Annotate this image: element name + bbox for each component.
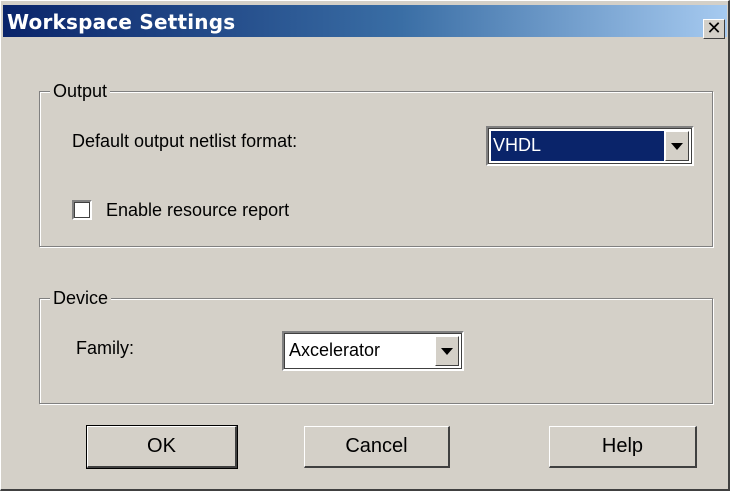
device-group: Device Family: Axcelerator (39, 287, 713, 404)
family-value: Axcelerator (289, 340, 381, 360)
netlist-format-value: VHDL (491, 131, 664, 161)
netlist-format-dropdown-button[interactable] (665, 131, 689, 161)
close-icon: ✕ (706, 18, 722, 39)
chevron-down-icon (441, 347, 453, 355)
family-dropdown-button[interactable] (435, 336, 459, 366)
dialog-title: Workspace Settings (7, 10, 236, 34)
family-select[interactable]: Axcelerator (282, 331, 464, 371)
title-bar[interactable]: Workspace Settings ✕ (3, 5, 727, 39)
workspace-settings-dialog: Workspace Settings ✕ Output Default outp… (0, 0, 730, 491)
resource-report-label[interactable]: Enable resource report (106, 199, 289, 221)
output-group-label: Output (50, 80, 111, 102)
resource-report-checkbox[interactable] (72, 200, 92, 220)
chevron-down-icon (671, 142, 683, 150)
help-button[interactable]: Help (549, 426, 697, 468)
close-button[interactable]: ✕ (703, 19, 725, 39)
netlist-format-select[interactable]: VHDL (486, 126, 694, 166)
netlist-format-label: Default output netlist format: (72, 131, 298, 151)
family-label: Family: (76, 338, 134, 358)
output-group: Output Default output netlist format: VH… (39, 80, 713, 247)
device-group-label: Device (50, 287, 112, 309)
cancel-button[interactable]: Cancel (304, 426, 450, 468)
ok-button[interactable]: OK (86, 425, 238, 469)
